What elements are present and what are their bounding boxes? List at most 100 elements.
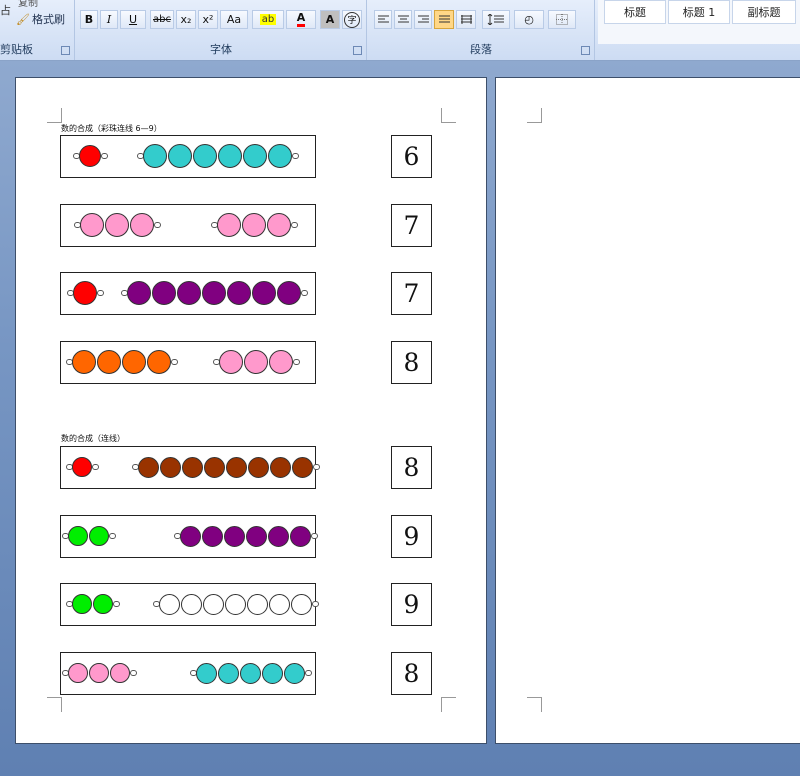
target-number: 7 [391, 272, 432, 315]
target-number: 6 [391, 135, 432, 178]
target-number: 8 [391, 341, 432, 384]
right-bead [168, 144, 192, 168]
target-number: 8 [391, 446, 432, 489]
left-bead [97, 350, 121, 374]
left-bead [68, 526, 88, 546]
right-bead [160, 456, 181, 478]
right-bead [240, 662, 261, 684]
right-bead [193, 144, 217, 168]
right-bead [248, 456, 269, 478]
right-bead [182, 456, 203, 478]
borders-icon [556, 14, 568, 25]
string-end [291, 222, 298, 228]
left-bead [80, 213, 104, 237]
document-page-2[interactable] [495, 77, 800, 744]
margin-mark [527, 108, 542, 123]
left-bead [72, 350, 96, 374]
string-end [293, 359, 300, 365]
right-bead [225, 593, 246, 615]
right-bead [218, 662, 239, 684]
right-bead [159, 593, 180, 615]
right-bead [242, 213, 266, 237]
right-bead [226, 456, 247, 478]
right-bead [243, 144, 267, 168]
borders-button[interactable] [548, 10, 576, 29]
left-bead [89, 663, 109, 683]
string-end [292, 153, 299, 159]
right-bead [252, 281, 276, 305]
right-bead [277, 281, 301, 305]
right-bead [284, 662, 305, 684]
right-bead [203, 593, 224, 615]
left-bead [89, 526, 109, 546]
right-bead [269, 593, 290, 615]
left-bead [72, 457, 92, 477]
right-bead [202, 281, 226, 305]
target-number: 7 [391, 204, 432, 247]
right-bead [246, 525, 267, 547]
right-bead [292, 456, 313, 478]
right-bead [267, 213, 291, 237]
left-bead [122, 350, 146, 374]
right-bead [262, 662, 283, 684]
left-bead [105, 213, 129, 237]
string-end [311, 533, 318, 539]
left-bead [147, 350, 171, 374]
left-bead [110, 663, 130, 683]
string-end [305, 670, 312, 676]
string-end [130, 670, 137, 676]
left-bead [79, 145, 101, 167]
string-end [92, 464, 99, 470]
section-1-heading: 数的合成（彩珠连线 6—9） [61, 124, 162, 133]
string-end [154, 222, 161, 228]
right-bead [177, 281, 201, 305]
right-bead [219, 350, 243, 374]
right-bead [290, 525, 311, 547]
section-2-heading: 数的合成（连线） [61, 434, 125, 443]
left-bead [93, 594, 113, 614]
right-bead [217, 213, 241, 237]
right-bead [268, 144, 292, 168]
left-bead [72, 594, 92, 614]
left-bead [68, 663, 88, 683]
target-number: 8 [391, 652, 432, 695]
left-bead [130, 213, 154, 237]
margin-mark [527, 697, 542, 712]
right-bead [181, 593, 202, 615]
shading-button[interactable]: ◴ [514, 10, 544, 29]
string-end [313, 464, 320, 470]
right-bead [152, 281, 176, 305]
target-number: 9 [391, 515, 432, 558]
right-bead [291, 593, 312, 615]
target-number: 9 [391, 583, 432, 626]
style-title[interactable]: 标题 [604, 0, 666, 24]
styles-gallery: 标题 标题 1 副标题 [598, 0, 800, 44]
style-subtitle[interactable]: 副标题 [732, 0, 796, 24]
string-end [97, 290, 104, 296]
right-bead [180, 525, 201, 547]
string-end [312, 601, 319, 607]
right-bead [143, 144, 167, 168]
right-bead [202, 525, 223, 547]
document-content: 数的合成（彩珠连线 6—9） 数的合成（连线） 6 7 7 8 8 9 9 8 [0, 0, 490, 776]
right-bead [268, 525, 289, 547]
string-end [109, 533, 116, 539]
string-end [113, 601, 120, 607]
paragraph-dialog-launcher-icon[interactable] [581, 46, 590, 55]
style-heading-1[interactable]: 标题 1 [668, 0, 730, 24]
string-end [101, 153, 108, 159]
left-bead [73, 281, 97, 305]
right-bead [218, 144, 242, 168]
right-bead [127, 281, 151, 305]
right-bead [270, 456, 291, 478]
string-end [301, 290, 308, 296]
right-bead [269, 350, 293, 374]
right-bead [247, 593, 268, 615]
right-bead [204, 456, 225, 478]
right-bead [138, 456, 159, 478]
string-end [171, 359, 178, 365]
right-bead [196, 662, 217, 684]
right-bead [224, 525, 245, 547]
right-bead [227, 281, 251, 305]
right-bead [244, 350, 268, 374]
